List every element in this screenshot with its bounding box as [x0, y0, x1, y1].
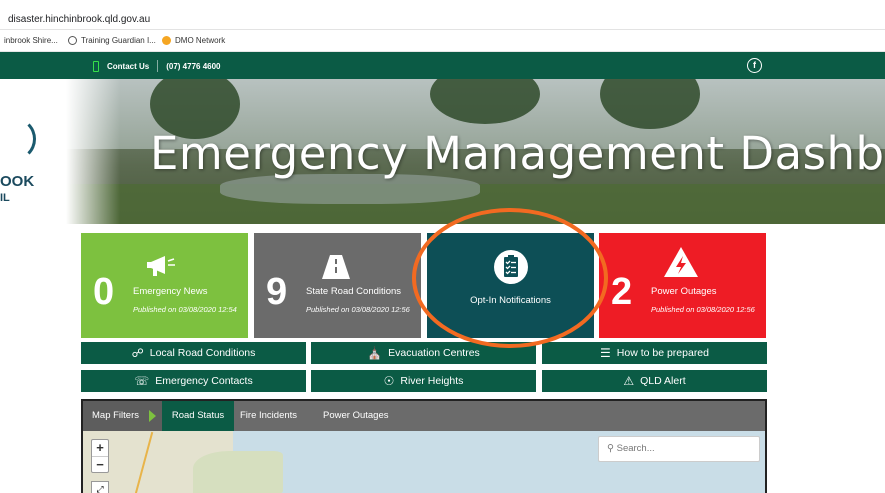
power-published: Published on 03/08/2020 12:56 [651, 305, 755, 314]
tab-power-outages[interactable]: Power Outages [323, 401, 388, 431]
button-label: Emergency Contacts [155, 375, 253, 387]
logo-text-line2: IL [0, 192, 10, 204]
browser-address-bar[interactable]: disaster.hinchinbrook.qld.gov.au [0, 0, 885, 30]
phone-number[interactable]: (07) 4776 4600 [166, 62, 220, 71]
map-search-input[interactable]: ⚲ Search... [598, 436, 760, 462]
building-people-icon: ⛪ [367, 346, 383, 360]
button-label: How to be prepared [616, 347, 709, 359]
fullscreen-icon[interactable]: ⤢ [91, 481, 109, 493]
how-to-be-prepared-button[interactable]: ☰ How to be prepared [542, 342, 767, 364]
logo-swoosh-icon [0, 117, 36, 161]
bookmarks-bar: inbrook Shire... Training Guardian I... … [0, 30, 885, 52]
local-road-conditions-button[interactable]: ☍ Local Road Conditions [81, 342, 306, 364]
road-icon [322, 255, 350, 279]
dmo-favicon-icon [162, 36, 171, 45]
news-label: Emergency News [133, 286, 208, 297]
map-tab-bar: Map Filters Road Status Fire Incidents P… [83, 401, 765, 431]
map-panel: Map Filters Road Status Fire Incidents P… [81, 399, 767, 493]
road-count: 9 [266, 271, 288, 313]
url-text[interactable]: disaster.hinchinbrook.qld.gov.au [8, 14, 150, 25]
road-label: State Road Conditions [306, 286, 402, 297]
emergency-contacts-button[interactable]: ☏ Emergency Contacts [81, 370, 306, 392]
megaphone-icon [147, 256, 175, 276]
contact-us-link[interactable]: Contact Us [107, 62, 149, 71]
bookmark-training-guardian[interactable]: Training Guardian I... [68, 36, 156, 45]
warning-icon: ⚠ [623, 374, 635, 388]
highlight-annotation-ring [412, 208, 608, 348]
search-placeholder: Search... [616, 443, 655, 454]
map-filters-toggle[interactable]: Map Filters [83, 401, 162, 431]
button-label: River Heights [400, 375, 464, 387]
bookmark-label: Training Guardian I... [81, 36, 156, 45]
hero-banner: OOK IL Emergency Management Dashboard [0, 79, 885, 224]
tile-emergency-news[interactable]: 0 Emergency News Published on 03/08/2020… [81, 233, 248, 338]
council-logo[interactable]: OOK IL [0, 79, 120, 224]
power-count: 2 [611, 271, 633, 313]
tile-state-road-conditions[interactable]: 9 State Road Conditions Published on 03/… [254, 233, 421, 338]
road-published: Published on 03/08/2020 12:56 [306, 305, 410, 314]
zoom-out-button[interactable]: − [92, 456, 108, 472]
tile-power-outages[interactable]: 2 Power Outages Published on 03/08/2020 … [599, 233, 766, 338]
divider [157, 60, 159, 72]
share-icon: ☍ [131, 346, 144, 360]
globe-icon [68, 36, 77, 45]
button-label: Local Road Conditions [149, 347, 256, 359]
tab-fire-incidents[interactable]: Fire Incidents [240, 401, 297, 431]
news-published: Published on 03/08/2020 12:54 [133, 305, 237, 314]
logo-text-line1: OOK [0, 173, 35, 190]
river-heights-button[interactable]: ☉ River Heights [311, 370, 536, 392]
bookmark-label: DMO Network [175, 36, 226, 45]
bookmark-dmo-network[interactable]: DMO Network [162, 36, 225, 45]
button-label: Evacuation Centres [388, 347, 480, 359]
tab-road-status[interactable]: Road Status [162, 401, 234, 431]
map-canvas[interactable]: + − ⤢ ⚲ Search... [83, 431, 765, 493]
news-count: 0 [93, 271, 115, 313]
search-icon: ⚲ [607, 443, 614, 454]
facebook-icon[interactable]: f [747, 58, 762, 73]
zoom-control: + − [91, 439, 109, 473]
map-land [193, 451, 283, 493]
button-label: QLD Alert [640, 375, 686, 387]
play-arrow-icon [149, 410, 156, 422]
mobile-phone-icon [93, 60, 99, 72]
site-topbar: Contact Us (07) 4776 4600 f [0, 52, 885, 79]
contact-info: Contact Us (07) 4776 4600 [93, 60, 221, 72]
warning-bolt-icon [664, 247, 698, 277]
page-title: Emergency Management Dashboard [150, 127, 885, 180]
list-icon: ☰ [600, 346, 611, 360]
zoom-in-button[interactable]: + [92, 440, 108, 456]
power-label: Power Outages [651, 286, 717, 297]
bookmark-label: inbrook Shire... [4, 36, 58, 45]
map-filters-label: Map Filters [92, 410, 139, 421]
bookmark-hinchinbrook[interactable]: inbrook Shire... [4, 36, 58, 45]
phonebook-icon: ☏ [134, 374, 150, 388]
gauge-icon: ☉ [383, 374, 395, 388]
qld-alert-button[interactable]: ⚠ QLD Alert [542, 370, 767, 392]
